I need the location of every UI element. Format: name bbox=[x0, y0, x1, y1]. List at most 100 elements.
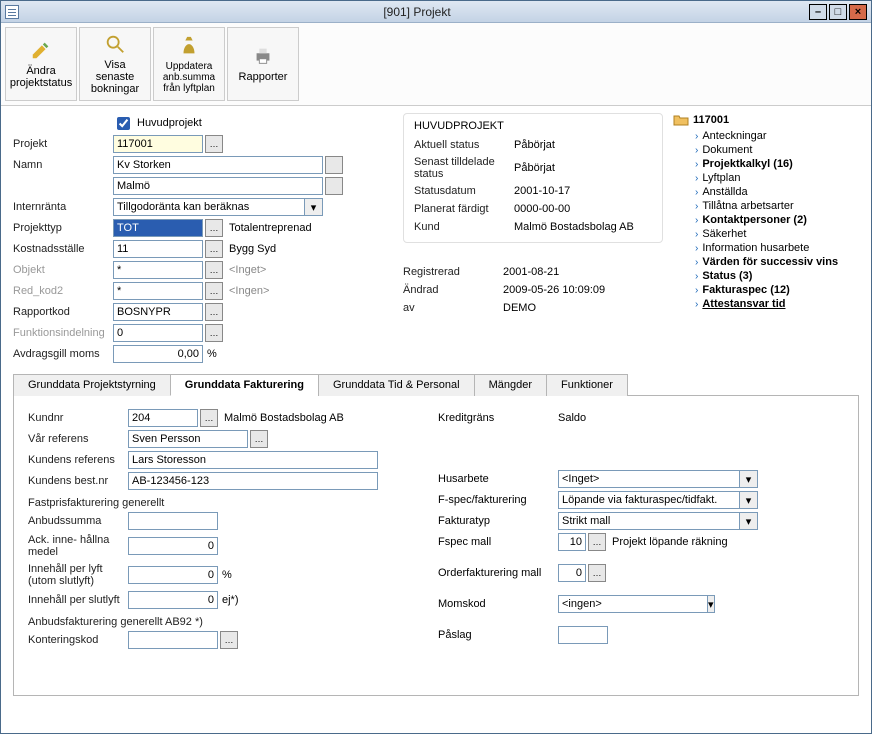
fakturatyp-select[interactable] bbox=[558, 512, 740, 530]
fspecmall-lookup-button[interactable]: … bbox=[588, 533, 606, 551]
namn-input-2[interactable] bbox=[113, 177, 323, 195]
chevron-down-icon[interactable]: ▾ bbox=[708, 595, 715, 613]
toolbar-label: Uppdatera anb.summa från lyftplan bbox=[158, 61, 220, 94]
projekttyp-lookup-button[interactable]: … bbox=[205, 219, 223, 237]
tab-mangder[interactable]: Mängder bbox=[474, 374, 547, 396]
projekttyp-input[interactable] bbox=[113, 219, 203, 237]
tree-item[interactable]: ›Status (3) bbox=[695, 269, 859, 283]
innehall-per-slutlyft-input[interactable] bbox=[128, 591, 218, 609]
fspec-select[interactable] bbox=[558, 491, 740, 509]
tree-item[interactable]: ›Projektkalkyl (16) bbox=[695, 157, 859, 171]
namn1-button[interactable] bbox=[325, 156, 343, 174]
tab-funktioner[interactable]: Funktioner bbox=[546, 374, 628, 396]
objekt-label: Objekt bbox=[13, 264, 113, 276]
namn2-button[interactable] bbox=[325, 177, 343, 195]
konteringskod-input[interactable] bbox=[128, 631, 218, 649]
kostnadsstalle-input[interactable] bbox=[113, 240, 203, 258]
tree-item-label: Tillåtna arbetsarter bbox=[702, 200, 793, 212]
system-menu-icon[interactable] bbox=[5, 5, 19, 19]
chevron-right-icon: › bbox=[695, 131, 698, 142]
chevron-right-icon: › bbox=[695, 201, 698, 212]
status-value: 0000-00-00 bbox=[514, 203, 570, 215]
orderfakturering-lookup-button[interactable]: … bbox=[588, 564, 606, 582]
tree-item[interactable]: ›Dokument bbox=[695, 143, 859, 157]
tree-item-label: Värden för successiv vins bbox=[702, 256, 838, 268]
tab-fakturering[interactable]: Grunddata Fakturering bbox=[170, 374, 319, 396]
tree-item-label: Säkerhet bbox=[702, 228, 746, 240]
objekt-input[interactable] bbox=[113, 261, 203, 279]
ack-innehallna-input[interactable] bbox=[128, 537, 218, 555]
chevron-right-icon: › bbox=[695, 299, 698, 310]
maximize-button[interactable]: □ bbox=[829, 4, 847, 20]
toolbar-andra-projektstatus[interactable]: Ändra projektstatus bbox=[5, 27, 77, 101]
toolbar-rapporter[interactable]: Rapporter bbox=[227, 27, 299, 101]
momskod-select[interactable] bbox=[558, 595, 708, 613]
internranta-select[interactable] bbox=[113, 198, 305, 216]
funktionsindelning-input[interactable] bbox=[113, 324, 203, 342]
chevron-down-icon[interactable]: ▾ bbox=[740, 491, 758, 509]
toolbar-visa-bokningar[interactable]: Visa senaste bokningar bbox=[79, 27, 151, 101]
tree-item-label: Fakturaspec (12) bbox=[702, 284, 789, 296]
huvudprojekt-label: Huvudprojekt bbox=[137, 117, 202, 129]
chevron-down-icon[interactable]: ▾ bbox=[740, 470, 758, 488]
chevron-right-icon: › bbox=[695, 229, 698, 240]
tree-item[interactable]: › Säkerhet bbox=[695, 227, 859, 241]
namn-input-1[interactable] bbox=[113, 156, 323, 174]
tab-tid-personal[interactable]: Grunddata Tid & Personal bbox=[318, 374, 475, 396]
close-button[interactable]: × bbox=[849, 4, 867, 20]
minimize-button[interactable]: – bbox=[809, 4, 827, 20]
varreferens-lookup-button[interactable]: … bbox=[250, 430, 268, 448]
bestnr-input[interactable] bbox=[128, 472, 378, 490]
tabstrip: Grunddata Projektstyrning Grunddata Fakt… bbox=[13, 373, 859, 396]
redkod2-lookup-button[interactable]: … bbox=[205, 282, 223, 300]
tab-projektstyrning[interactable]: Grunddata Projektstyrning bbox=[13, 374, 171, 396]
tree-item[interactable]: ›Kontaktpersoner (2) bbox=[695, 213, 859, 227]
fastpris-header: Fastprisfakturering generellt bbox=[28, 497, 408, 509]
kundensreferens-input[interactable] bbox=[128, 451, 378, 469]
tree-root[interactable]: 117001 bbox=[673, 113, 859, 127]
window-title: [901] Projekt bbox=[25, 5, 809, 19]
husarbete-select[interactable] bbox=[558, 470, 740, 488]
rapportkod-lookup-button[interactable]: … bbox=[205, 303, 223, 321]
chevron-right-icon: › bbox=[695, 159, 698, 170]
tree-item[interactable]: ›Anställda bbox=[695, 185, 859, 199]
tree-item[interactable]: ›Information husarbete bbox=[695, 241, 859, 255]
titlebar: [901] Projekt – □ × bbox=[1, 1, 871, 23]
pencil-icon bbox=[30, 39, 52, 61]
tree-item-label: Anteckningar bbox=[702, 130, 766, 142]
kundnr-input[interactable] bbox=[128, 409, 198, 427]
fspecmall-input[interactable] bbox=[558, 533, 586, 551]
kundnr-name: Malmö Bostadsbolag AB bbox=[224, 412, 344, 424]
tree-item[interactable]: › Tillåtna arbetsarter bbox=[695, 199, 859, 213]
tree-item[interactable]: ›Attestansvar tid bbox=[695, 297, 859, 311]
tree-item[interactable]: ›Värden för successiv vins bbox=[695, 255, 859, 269]
konteringskod-lookup-button[interactable]: … bbox=[220, 631, 238, 649]
projekt-lookup-button[interactable]: … bbox=[205, 135, 223, 153]
objekt-lookup-button[interactable]: … bbox=[205, 261, 223, 279]
chevron-right-icon: › bbox=[695, 173, 698, 184]
redkod2-input[interactable] bbox=[113, 282, 203, 300]
avdragsgill-input[interactable] bbox=[113, 345, 203, 363]
anbudssumma-input[interactable] bbox=[128, 512, 218, 530]
varreferens-input[interactable] bbox=[128, 430, 248, 448]
tree-item-label: Information husarbete bbox=[702, 242, 809, 254]
toolbar-uppdatera-anbsumma[interactable]: Uppdatera anb.summa från lyftplan bbox=[153, 27, 225, 101]
rapportkod-input[interactable] bbox=[113, 303, 203, 321]
tree-item[interactable]: › Anteckningar bbox=[695, 129, 859, 143]
kundnr-lookup-button[interactable]: … bbox=[200, 409, 218, 427]
status-value: 2001-08-21 bbox=[503, 266, 559, 278]
status-box: HUVUDPROJEKT Aktuell statusPåbörjat Sena… bbox=[403, 113, 663, 243]
innehall-per-lyft-input[interactable] bbox=[128, 566, 218, 584]
toolbar-label: Ändra projektstatus bbox=[10, 65, 72, 89]
chevron-down-icon[interactable]: ▾ bbox=[305, 198, 323, 216]
huvudprojekt-checkbox[interactable] bbox=[117, 117, 130, 130]
tree-item[interactable]: ›Fakturaspec (12) bbox=[695, 283, 859, 297]
tree-item[interactable]: ›Lyftplan bbox=[695, 171, 859, 185]
projekt-input[interactable] bbox=[113, 135, 203, 153]
paslag-input[interactable] bbox=[558, 626, 608, 644]
chevron-down-icon[interactable]: ▾ bbox=[740, 512, 758, 530]
kostnadsstalle-lookup-button[interactable]: … bbox=[205, 240, 223, 258]
status-value: Malmö Bostadsbolag AB bbox=[514, 221, 634, 233]
orderfakturering-input[interactable] bbox=[558, 564, 586, 582]
funktionsindelning-lookup-button[interactable]: … bbox=[205, 324, 223, 342]
